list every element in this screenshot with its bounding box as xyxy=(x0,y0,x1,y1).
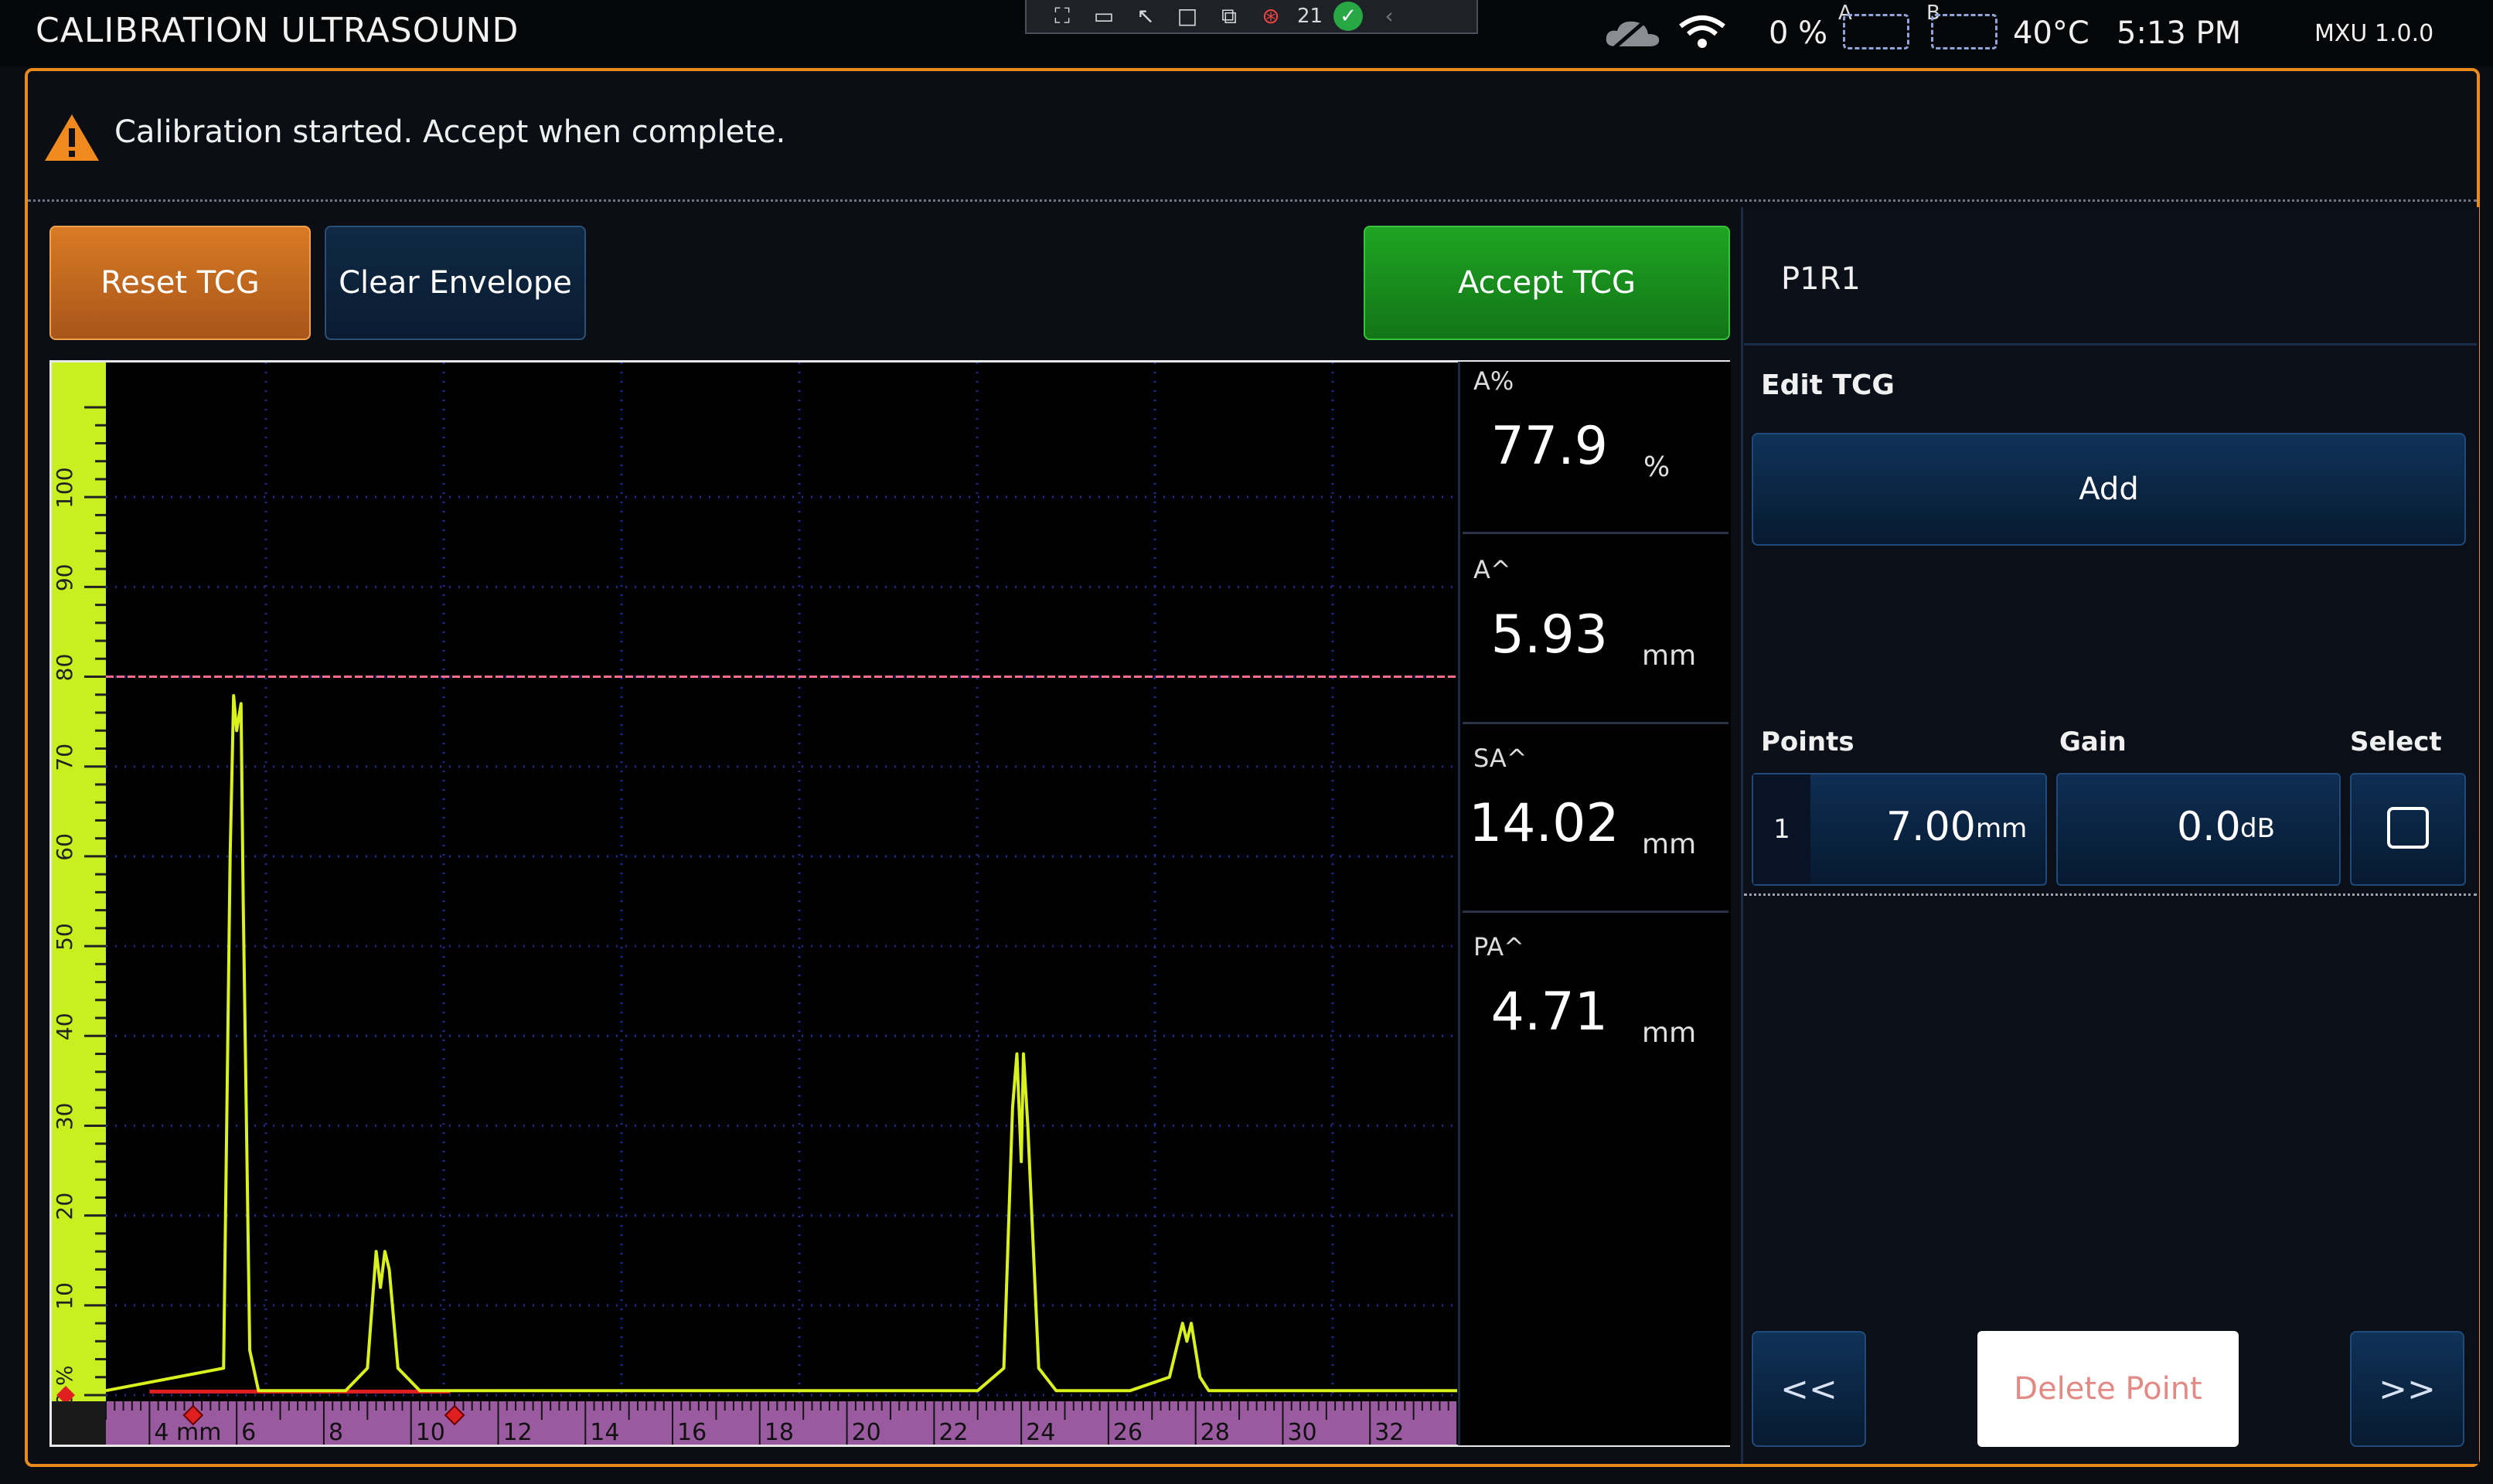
reading-unit-sound-path: mm xyxy=(1642,829,1697,860)
delete-point-button[interactable]: Delete Point xyxy=(1977,1331,2239,1447)
battery-percent: 0 % xyxy=(1769,15,1828,51)
reading-unit-amplitude: % xyxy=(1643,451,1671,483)
chevron-left-icon[interactable]: ‹ xyxy=(1374,4,1405,29)
x-tick-label: 28 xyxy=(1201,1419,1230,1445)
divider xyxy=(28,199,2477,202)
wifi-icon xyxy=(1679,15,1725,48)
version-label: MXU 1.0.0 xyxy=(2314,20,2434,47)
x-tick-label: 10 xyxy=(416,1419,445,1445)
y-tick-label: 10 xyxy=(52,1282,77,1310)
points-header: Points xyxy=(1761,727,1854,757)
select-checkbox[interactable] xyxy=(2387,807,2429,849)
x-tick-label: 8 xyxy=(329,1419,343,1445)
x-tick-label: 32 xyxy=(1374,1419,1404,1445)
reading-label-amplitude: A% xyxy=(1473,366,1514,396)
y-tick-label: 30 xyxy=(52,1103,77,1131)
x-tick-label: 16 xyxy=(677,1419,707,1445)
check-icon[interactable]: ✓ xyxy=(1333,2,1364,31)
alarm-icon[interactable]: ⊛ xyxy=(1255,4,1286,29)
cloud-icon xyxy=(1606,17,1660,51)
x-tick-label: 4 mm xyxy=(154,1419,221,1445)
clock: 5:13 PM xyxy=(2117,15,2242,51)
reading-value-peak-depth: 5.93 xyxy=(1490,604,1608,665)
accept-tcg-button[interactable]: Accept TCG xyxy=(1364,226,1730,340)
drive-b-icon xyxy=(1931,14,1997,49)
x-tick-label: 18 xyxy=(765,1419,794,1445)
y-tick-label: 90 xyxy=(52,564,77,592)
add-point-button[interactable]: Add xyxy=(1752,433,2466,546)
amplitude-ruler xyxy=(52,362,106,1401)
next-point-button[interactable]: >> xyxy=(2350,1331,2464,1447)
alarm-count: 21 xyxy=(1297,5,1323,28)
x-tick-label: 14 xyxy=(590,1419,619,1445)
y-tick-label: 50 xyxy=(52,923,77,951)
x-tick-label: 22 xyxy=(938,1419,968,1445)
reading-unit-peak-depth: mm xyxy=(1642,640,1697,672)
select-header: Select xyxy=(2350,727,2442,757)
quick-toolbar: ⛶ ▭ ↖ □ ⧉ ⊛ 21 ✓ ‹ xyxy=(1025,0,1478,34)
a-scan-chart[interactable]: 0 %1020304050607080901004 mm 6 8 10 12 14 16 18… xyxy=(52,362,1457,1445)
video-icon[interactable]: ▭ xyxy=(1088,4,1119,29)
plot-background xyxy=(106,362,1457,1441)
y-tick-label: 60 xyxy=(52,833,77,861)
reset-tcg-button[interactable]: Reset TCG xyxy=(49,226,311,340)
pointer-icon[interactable]: ↖ xyxy=(1130,4,1161,29)
y-tick-label: 70 xyxy=(52,744,77,771)
gain-unit: dB xyxy=(2240,813,2275,844)
remote-icon[interactable]: ⧉ xyxy=(1214,4,1245,29)
reading-unit-projection: mm xyxy=(1642,1017,1697,1049)
temperature: 40°C xyxy=(2013,15,2089,51)
y-tick-label: 40 xyxy=(52,1013,77,1040)
reading-value-amplitude: 77.9 xyxy=(1490,416,1608,477)
channel-label: P1R1 xyxy=(1781,261,1861,297)
divider xyxy=(1463,722,1728,724)
divider xyxy=(1744,343,2477,345)
point-position-value: 7.00 xyxy=(1886,804,1976,850)
x-tick-label: 6 xyxy=(241,1419,256,1445)
x-tick-label: 12 xyxy=(502,1419,532,1445)
reading-value-sound-path: 14.02 xyxy=(1469,793,1619,854)
readings-panel xyxy=(1458,362,1731,1445)
x-tick-label: 24 xyxy=(1026,1419,1055,1445)
y-tick-label: 80 xyxy=(52,654,77,682)
app-title: CALIBRATION ULTRASOUND xyxy=(36,11,519,50)
ruler-corner xyxy=(52,1401,106,1445)
gain-value: 0.0 xyxy=(2177,804,2241,850)
reading-label-projection: PA^ xyxy=(1473,932,1524,962)
warning-icon xyxy=(45,114,99,161)
y-tick-label: 20 xyxy=(52,1193,77,1220)
screenshot-icon[interactable]: ⛶ xyxy=(1047,4,1078,29)
status-message: Calibration started. Accept when complet… xyxy=(114,114,786,150)
gain-header: Gain xyxy=(2059,727,2127,757)
divider xyxy=(1463,910,1728,913)
x-tick-label: 30 xyxy=(1287,1419,1316,1445)
edit-tcg-heading: Edit TCG xyxy=(1761,369,1895,401)
divider xyxy=(1744,893,2477,896)
point-index: 1 xyxy=(1753,774,1810,884)
divider xyxy=(1463,532,1728,534)
y-tick-label: 100 xyxy=(52,467,77,508)
point-position-unit: mm xyxy=(1976,813,2028,844)
x-tick-label: 20 xyxy=(852,1419,881,1445)
reading-label-peak-depth: A^ xyxy=(1473,555,1511,584)
reading-label-sound-path: SA^ xyxy=(1473,744,1527,773)
previous-point-button[interactable]: << xyxy=(1752,1331,1866,1447)
drive-a-icon xyxy=(1843,14,1909,49)
window-icon[interactable]: □ xyxy=(1172,4,1203,29)
clear-envelope-button[interactable]: Clear Envelope xyxy=(325,226,586,340)
reading-value-projection: 4.71 xyxy=(1490,982,1608,1043)
x-tick-label: 26 xyxy=(1113,1419,1143,1445)
